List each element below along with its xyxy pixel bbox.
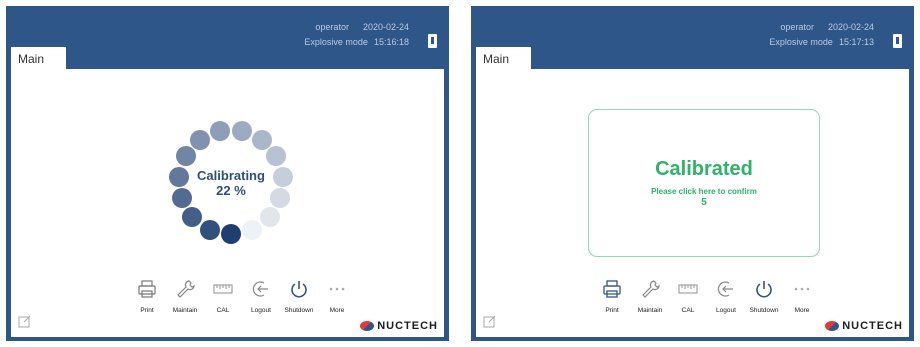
print-button[interactable]: Print (129, 278, 165, 323)
progress-text: 22 % (216, 183, 246, 198)
brand-logo: NUCTECH (825, 320, 903, 332)
logo-mark-icon (825, 321, 840, 331)
countdown-value: 5 (701, 197, 707, 208)
time-label: 15:17:13 (838, 37, 874, 47)
spinner-dot (259, 206, 280, 227)
main-panel: Calibrating 22 % Print Maintain CAL Logo… (11, 69, 444, 337)
calibrated-confirm-dialog[interactable]: Calibrated Please click here to confirm … (588, 109, 820, 257)
logout-icon (717, 281, 733, 297)
cal-label: CAL (681, 307, 695, 314)
maintain-button[interactable]: Maintain (167, 278, 203, 323)
tab-main[interactable]: Main (476, 47, 531, 70)
brand-name: NUCTECH (842, 320, 903, 332)
toolbar: Print Maintain CAL Logout Shutdown More (129, 278, 357, 323)
status-bar: operator 2020-02-24 Explosive mode 15:16:1… (304, 20, 409, 50)
mode-label: Explosive mode (304, 37, 368, 47)
shutdown-button[interactable]: Shutdown (746, 278, 782, 323)
date-label: 2020-02-24 (827, 22, 874, 32)
shutdown-button[interactable]: Shutdown (281, 278, 317, 323)
logout-button[interactable]: Logout (708, 278, 744, 323)
wrench-icon (177, 280, 195, 298)
maintain-button[interactable]: Maintain (632, 278, 668, 323)
ruler-icon (213, 284, 233, 294)
main-panel: Calibrated Please click here to confirm … (476, 69, 909, 337)
spinner-dot (190, 129, 211, 150)
user-label: operator (315, 22, 349, 32)
more-icon (794, 287, 810, 291)
logo-mark-icon (360, 321, 375, 331)
calibrating-label: Calibrating (197, 168, 265, 183)
more-button[interactable]: More (319, 278, 355, 323)
shutdown-label: Shutdown (284, 307, 314, 314)
date-label: 2020-02-24 (362, 22, 409, 32)
logout-icon (252, 281, 268, 297)
maintain-label: Maintain (172, 307, 198, 314)
cal-button[interactable]: CAL (205, 278, 241, 323)
mode-label: Explosive mode (769, 37, 833, 47)
logout-label: Logout (251, 307, 271, 314)
maintain-label: Maintain (637, 307, 663, 314)
spinner-dot (242, 219, 263, 240)
edit-icon[interactable] (483, 314, 497, 328)
printer-icon (138, 280, 156, 298)
cal-button[interactable]: CAL (670, 278, 706, 323)
print-label: Print (140, 307, 154, 314)
spinner-dot (199, 219, 220, 240)
logout-button[interactable]: Logout (243, 278, 279, 323)
user-label: operator (780, 22, 814, 32)
power-icon (291, 281, 307, 298)
brand-name: NUCTECH (377, 320, 438, 332)
calibrating-screen: operator 2020-02-24 Explosive mode 15:16:1… (6, 6, 449, 341)
cal-label: CAL (216, 307, 230, 314)
spinner-dot (182, 206, 203, 227)
more-label: More (794, 307, 810, 314)
calibrated-screen: operator 2020-02-24 Explosive mode 15:17:1… (471, 6, 914, 341)
spinner-dot (251, 129, 272, 150)
logout-label: Logout (716, 307, 736, 314)
more-button[interactable]: More (784, 278, 820, 323)
print-label: Print (605, 307, 619, 314)
print-button[interactable]: Print (594, 278, 630, 323)
dialog-message: Please click here to confirm (651, 187, 757, 196)
spinner-dot (210, 121, 231, 142)
power-icon (756, 281, 772, 298)
calibration-status: Calibrating 22 % (171, 168, 291, 198)
spinner-dot (221, 224, 241, 244)
spinner-dot (175, 146, 196, 166)
spinner-dot (231, 121, 252, 142)
spinner-dot (266, 146, 287, 166)
battery-icon (893, 34, 902, 48)
edit-icon[interactable] (18, 314, 32, 328)
ruler-icon (678, 284, 698, 294)
more-label: More (329, 307, 345, 314)
time-label: 15:16:18 (373, 37, 409, 47)
wrench-icon (642, 280, 660, 298)
status-bar: operator 2020-02-24 Explosive mode 15:17:1… (769, 20, 874, 50)
more-icon (329, 287, 345, 291)
printer-icon (603, 280, 621, 298)
dialog-title: Calibrated (655, 158, 753, 180)
shutdown-label: Shutdown (749, 307, 779, 314)
battery-icon (428, 34, 437, 48)
tab-main[interactable]: Main (11, 47, 66, 70)
brand-logo: NUCTECH (360, 320, 438, 332)
toolbar: Print Maintain CAL Logout Shutdown More (594, 278, 822, 323)
